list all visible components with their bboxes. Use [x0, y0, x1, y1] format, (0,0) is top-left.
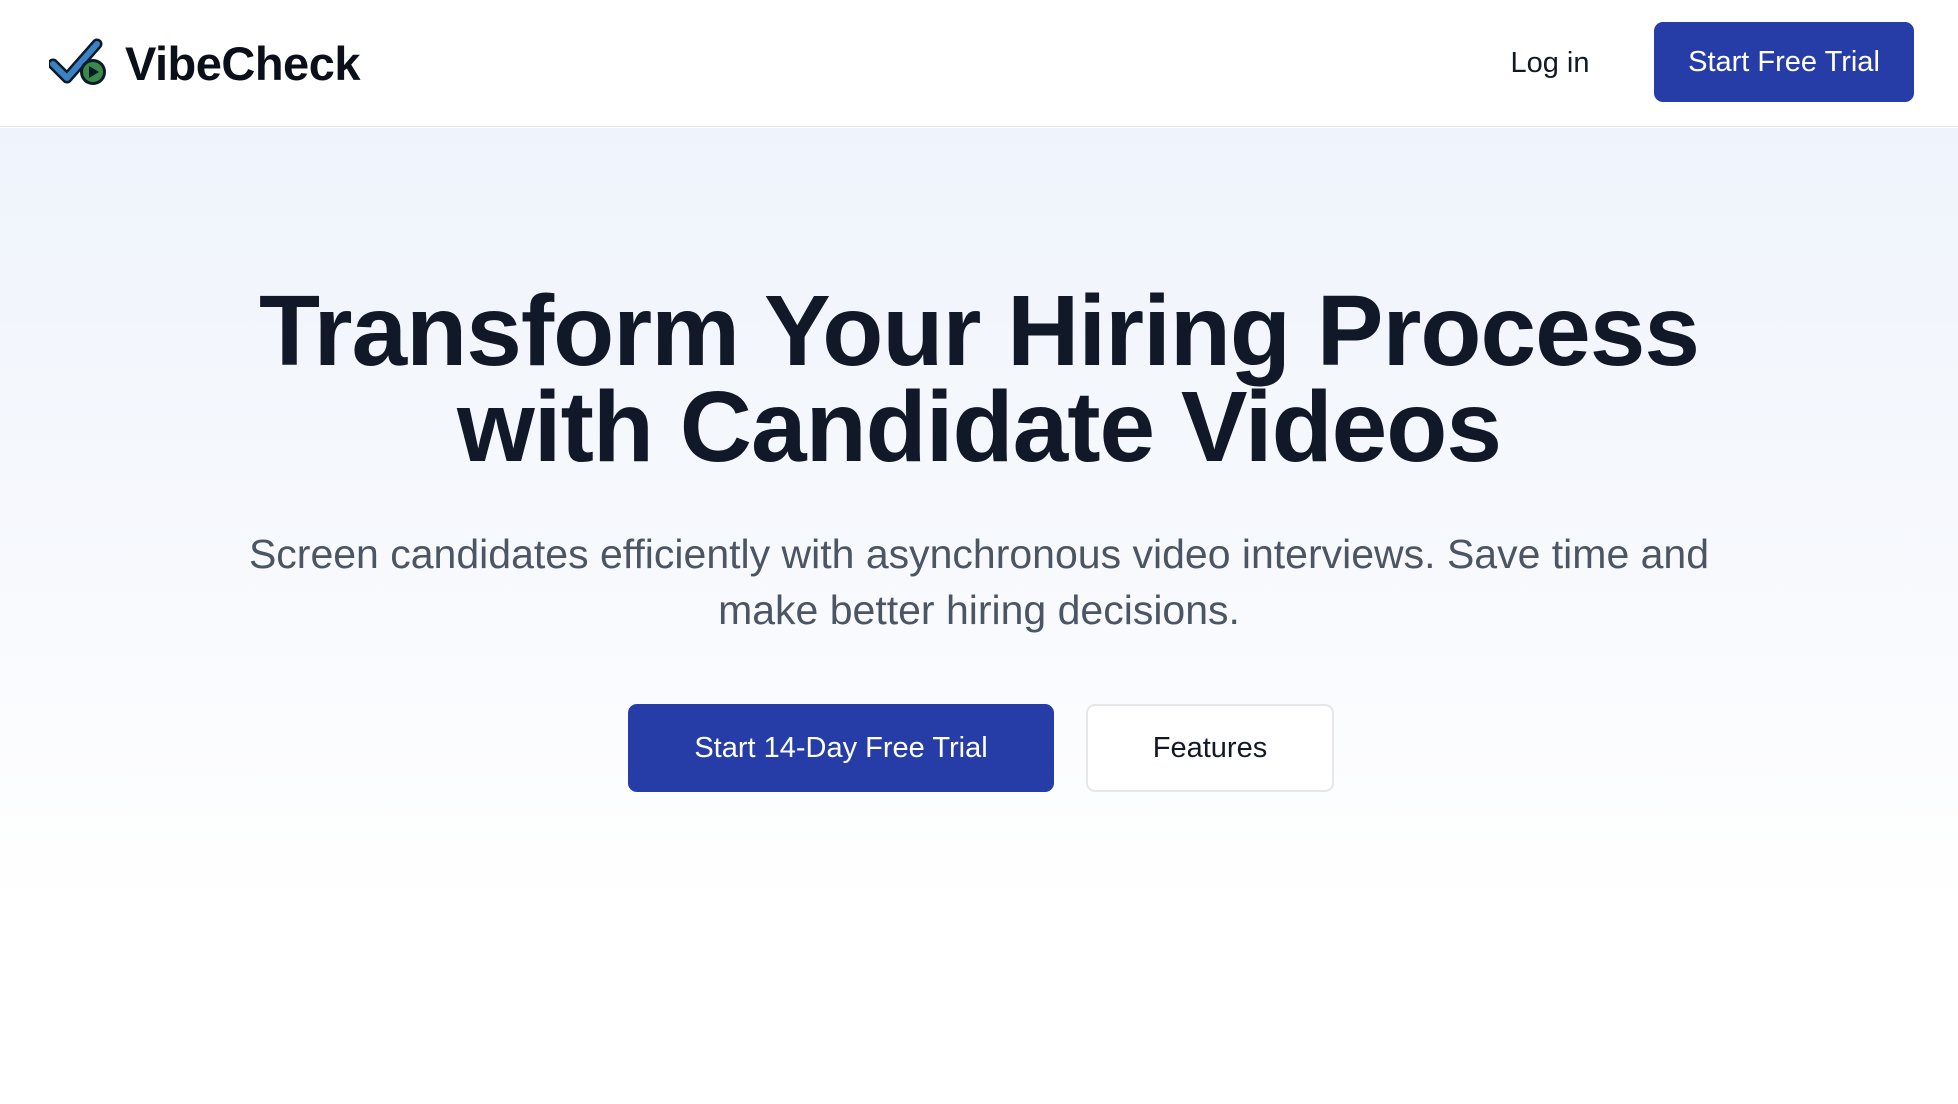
- login-link[interactable]: Log in: [1490, 38, 1610, 88]
- features-button[interactable]: Features: [1086, 704, 1334, 792]
- hero-subtitle: Screen candidates efficiently with async…: [200, 526, 1758, 638]
- hero-subtitle-line-1: Screen candidates efficiently with async…: [248, 531, 1710, 577]
- hero-subtitle-line-2: make better hiring decisions.: [718, 587, 1240, 633]
- hero-section: Transform Your Hiring Process with Candi…: [0, 128, 1958, 1104]
- brand-logo-link[interactable]: VibeCheck: [49, 33, 360, 93]
- site-header: VibeCheck Log in Start Free Trial: [0, 0, 1958, 127]
- hero-title-line-2: with Candidate Videos: [457, 371, 1502, 483]
- checkmark-play-logo-icon: [49, 38, 106, 85]
- brand-name: VibeCheck: [125, 36, 360, 90]
- start-14-day-trial-button[interactable]: Start 14-Day Free Trial: [628, 704, 1054, 792]
- start-free-trial-button[interactable]: Start Free Trial: [1654, 22, 1914, 102]
- hero-title: Transform Your Hiring Process with Candi…: [150, 275, 1808, 483]
- hero-title-line-1: Transform Your Hiring Process: [259, 275, 1700, 387]
